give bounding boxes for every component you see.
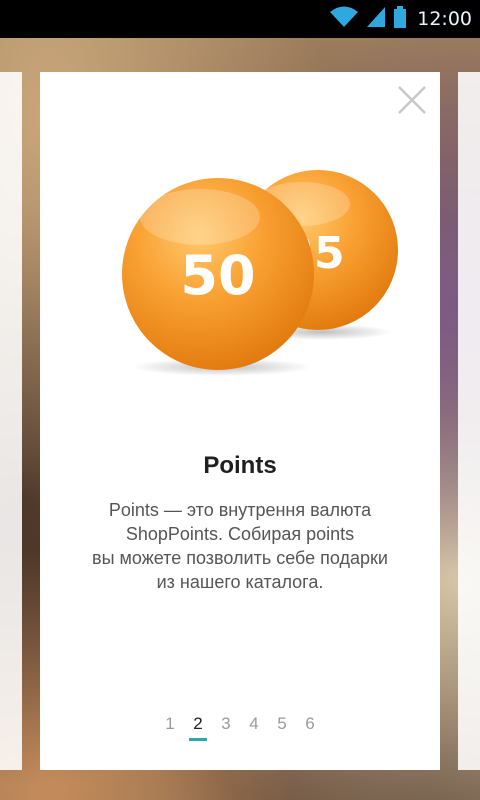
description-line: ShopPoints. Собирая points [125,524,355,544]
coin-50: 50 [122,178,314,370]
status-icons: 12:00 [329,0,472,38]
description-line: вы можете позволить себе подарки [92,548,388,568]
close-button[interactable] [394,82,430,118]
next-card-peek[interactable] [458,72,480,770]
signal-icon [365,5,387,34]
page-4[interactable]: 4 [240,712,268,742]
coin-50-label: 50 [180,244,255,307]
close-icon [398,86,426,114]
card-title: Points [203,452,277,479]
battery-icon [393,5,407,34]
onboarding-card: 25 50 Points Points — это внутрення валю… [40,72,440,770]
page-6[interactable]: 6 [296,712,324,742]
coins-illustration: 25 50 [122,170,398,376]
page-5[interactable]: 5 [268,712,296,742]
previous-card-peek[interactable] [0,72,22,770]
status-time: 12:00 [417,8,472,30]
page-3[interactable]: 3 [212,712,240,742]
status-bar: 12:00 [0,0,480,38]
page-2-current[interactable]: 2 [184,712,212,742]
card-description: Points — это внутрення валюта ShopPoints… [60,498,420,594]
description-line: Points — это внутрення валюта [108,500,372,520]
page-1[interactable]: 1 [156,712,184,742]
description-line: из нашего каталога. [156,572,324,592]
wifi-icon [329,5,359,34]
page-indicator: 1 2 3 4 5 6 [40,712,440,742]
